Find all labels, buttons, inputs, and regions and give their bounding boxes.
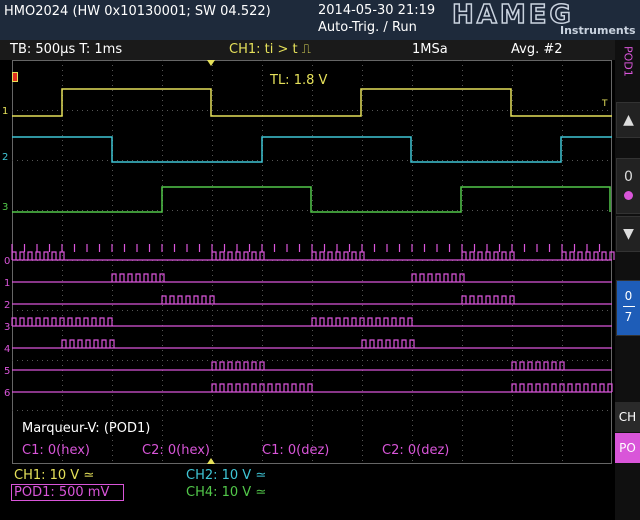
ch1-scale[interactable]: CH1: 10 V ≃ <box>14 468 94 483</box>
readout-c1-dec: C1: 0(dez) <box>262 443 329 458</box>
marker-title: Marqueur-V: (POD1) <box>22 421 150 436</box>
digital-label-2: 2 <box>4 300 10 311</box>
trigger-position-marker[interactable] <box>207 60 215 66</box>
readout-c1-hex: C1: 0(hex) <box>22 443 90 458</box>
brand-subtitle: Instruments <box>560 24 636 37</box>
digital-label-1: 1 <box>4 278 10 289</box>
digital-channels <box>11 244 615 393</box>
pod-label-text: POD1 <box>621 46 635 77</box>
timebase-readout[interactable]: TB: 500µs T: 1ms <box>10 42 122 57</box>
digital-trace-0 <box>11 244 615 261</box>
ch1-waveform <box>12 88 612 117</box>
trigger-level-marker[interactable]: T <box>601 99 608 109</box>
status-row: TB: 500µs T: 1ms CH1: ti > t ⎍ 1MSa Avg.… <box>0 40 615 60</box>
ch2-scale[interactable]: CH2: 10 V ≃ <box>186 468 266 483</box>
level-up-button[interactable]: ▲ <box>616 102 640 138</box>
ch1-ground-marker[interactable]: 1 <box>2 106 8 117</box>
waveform-display: TL: 1.8 V T 1 2 3 0 1 2 3 4 5 6 Marqueur… <box>2 60 615 464</box>
digital-label-0: 0 <box>4 256 10 267</box>
ch-tab[interactable]: CH <box>615 402 640 432</box>
ch2-ground-marker[interactable]: 2 <box>2 152 8 163</box>
trigger-state: Auto-Trig. / Run <box>318 20 417 35</box>
device-info: HMO2024 (HW 0x10130001; SW 04.522) <box>4 4 271 19</box>
digital-label-3: 3 <box>4 322 10 333</box>
arrow-up-icon: ▲ <box>623 112 634 128</box>
digital-label-4: 4 <box>4 344 10 355</box>
samplerate-readout: 1MSa <box>412 42 448 57</box>
trigger-readout[interactable]: CH1: ti > t ⎍ <box>229 42 311 57</box>
range-divider <box>622 306 635 307</box>
pod-tab[interactable]: PO <box>615 433 640 463</box>
averaging-readout[interactable]: Avg. #2 <box>511 42 563 57</box>
level-zero-button[interactable]: 0 <box>616 158 640 214</box>
channel-info-bar: CH1: 10 V ≃ CH2: 10 V ≃ POD1: 500 mV CH4… <box>0 464 615 520</box>
ch4-ground-marker[interactable]: 3 <box>2 202 8 213</box>
ch4-scale[interactable]: CH4: 10 V ≃ <box>186 485 266 500</box>
pod1-threshold[interactable]: POD1: 500 mV <box>11 484 125 501</box>
arrow-down-icon: ▼ <box>623 226 634 242</box>
bit-range-top: 0 <box>624 289 633 303</box>
level-dot-icon <box>624 191 633 200</box>
pod-label: POD1 <box>617 40 638 104</box>
trigger-level-label: TL: 1.8 V <box>269 73 328 88</box>
trigger-flag-fill <box>13 73 17 81</box>
softkey-sidebar: POD1 ▲ 0 ▼ 0 7 CH PO <box>615 40 640 520</box>
digital-trace-6 <box>12 383 613 393</box>
bit-range-button[interactable]: 0 7 <box>616 280 640 336</box>
digital-label-6: 6 <box>4 388 10 399</box>
digital-label-5: 5 <box>4 366 10 377</box>
brand-logo: HAMEG <box>451 0 574 31</box>
graticule <box>12 60 612 464</box>
readout-c2-hex: C2: 0(hex) <box>142 443 210 458</box>
digital-trace-3 <box>11 317 612 327</box>
waveform-screen[interactable]: TL: 1.8 V T 1 2 3 0 1 2 3 4 5 6 Marqueur… <box>0 60 615 464</box>
digital-trace-4 <box>12 339 612 349</box>
level-down-button[interactable]: ▼ <box>616 216 640 252</box>
bit-range-bottom: 7 <box>624 310 633 324</box>
title-bar: HMO2024 (HW 0x10130001; SW 04.522) 2014-… <box>0 0 640 40</box>
ch4-waveform <box>12 186 611 213</box>
readout-c2-dec: C2: 0(dez) <box>382 443 449 458</box>
datetime: 2014-05-30 21:19 <box>318 3 436 18</box>
level-zero-text: 0 <box>624 169 633 185</box>
